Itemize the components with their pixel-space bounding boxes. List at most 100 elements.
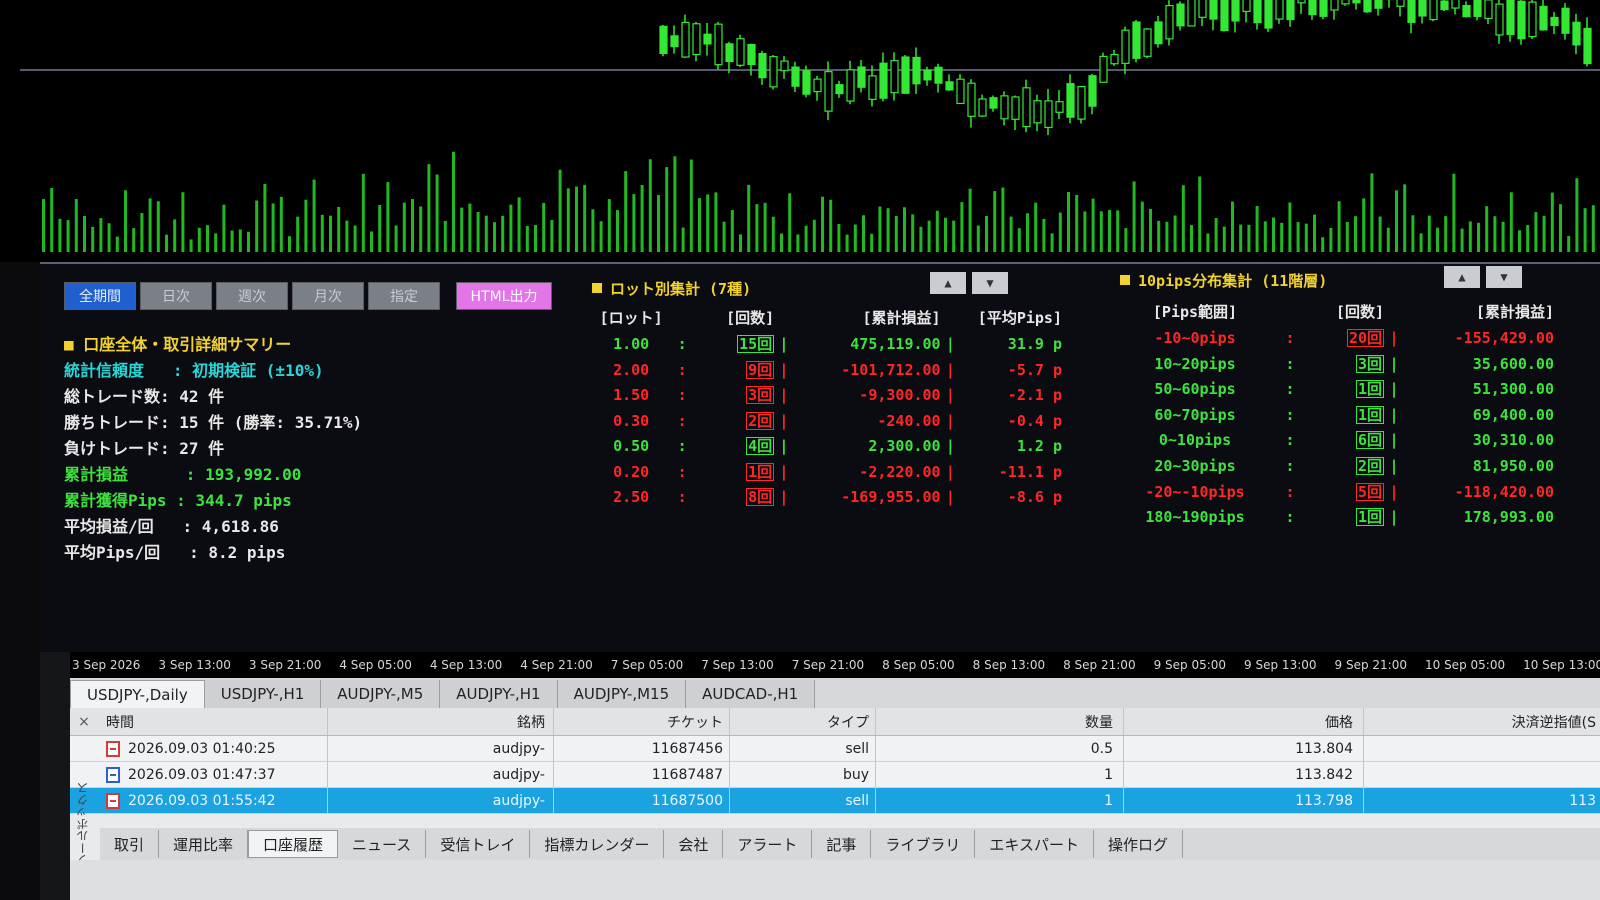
candle-body — [1583, 27, 1592, 65]
time-axis-label: 9 Sep 13:00 — [1244, 658, 1317, 672]
candle-body — [1539, 5, 1548, 31]
volume-bar — [1542, 215, 1546, 252]
period-button-daily[interactable]: 日次 — [140, 282, 212, 310]
candle-body — [824, 71, 833, 112]
pips-header-count: [回数] — [1335, 303, 1384, 321]
divider: | — [945, 386, 955, 404]
chart-tab[interactable]: USDJPY-,Daily — [70, 680, 205, 708]
volume-bar — [124, 190, 127, 252]
volume-bar — [312, 179, 316, 252]
col-header-ticket[interactable]: チケット — [554, 708, 730, 735]
lot-pips: -2.1 p — [1007, 386, 1062, 404]
period-button-all[interactable]: 全期間 — [64, 282, 136, 310]
col-header-type[interactable]: タイプ — [730, 708, 876, 735]
volume-bar — [1017, 228, 1021, 252]
volume-bar — [1050, 233, 1054, 252]
html-export-button[interactable]: HTML出力 — [456, 282, 552, 310]
chart-tab[interactable]: AUDJPY-,M5 — [321, 680, 441, 708]
volume-bar — [1124, 228, 1128, 252]
candle-body — [1495, 3, 1504, 36]
terminal-tab[interactable]: 運用比率 — [159, 830, 249, 858]
volume-bar — [1222, 226, 1226, 252]
period-button-monthly[interactable]: 月次 — [292, 282, 364, 310]
volume-bar — [952, 220, 956, 252]
table-row[interactable]: 2026.09.03 01:47:37 audjpy- 11687487 buy 1 11… — [70, 762, 1600, 788]
terminal-tab[interactable]: 指標カレンダー — [530, 830, 665, 858]
volume-bar — [58, 218, 62, 252]
volume-bar — [156, 201, 160, 252]
lot-pips: -5.7 p — [1007, 360, 1062, 379]
summary-loss-trades: 負けトレード: 27 件 — [64, 439, 225, 458]
volume-bar — [427, 164, 431, 252]
volume-bar — [263, 183, 267, 252]
period-button-weekly[interactable]: 週次 — [216, 282, 288, 310]
col-header-price[interactable]: 価格 — [1124, 708, 1364, 735]
col-header-symbol[interactable]: 銘柄 — [328, 708, 554, 735]
volume-bar — [1083, 211, 1087, 252]
candle-body — [978, 98, 987, 117]
period-button-custom[interactable]: 指定 — [368, 282, 440, 310]
close-icon[interactable]: × — [70, 714, 98, 730]
volume-bar — [353, 225, 357, 252]
candle-body — [1121, 29, 1130, 64]
terminal-tab[interactable]: エキスパート — [975, 830, 1094, 858]
pips-count: 6回 — [1355, 431, 1384, 450]
order-icon — [106, 766, 120, 783]
lot-scroll-arrows: ▲ ▼ — [930, 272, 1008, 294]
chart-tab[interactable]: AUDJPY-,M15 — [557, 680, 687, 708]
volume-bar — [1526, 225, 1530, 252]
candle-body — [1275, 0, 1284, 20]
pips-range: -20~-10pips — [1145, 482, 1245, 501]
divider: | — [779, 386, 789, 404]
volume-bar — [927, 220, 931, 252]
col-header-time[interactable]: 時間 — [98, 708, 328, 735]
pips-scroll-down-button[interactable]: ▼ — [1486, 266, 1522, 288]
volume-bar — [763, 202, 767, 252]
volume-bar — [534, 224, 537, 252]
terminal-tab[interactable]: 操作ログ — [1094, 830, 1183, 858]
volume-bar — [1288, 202, 1292, 252]
terminal-tab[interactable]: ライブラリ — [871, 830, 976, 858]
lot-pips: -11.1 p — [998, 462, 1062, 481]
chart-tab[interactable]: AUDJPY-,H1 — [440, 680, 558, 708]
candle-body — [1000, 95, 1009, 120]
volume-bar — [665, 167, 669, 252]
terminal-tab[interactable]: 口座履歴 — [248, 830, 339, 858]
candle-body — [659, 25, 668, 54]
volume-bar — [812, 219, 816, 252]
chart-tab[interactable]: AUDCAD-,H1 — [686, 680, 816, 708]
terminal-tab[interactable]: 受信トレイ — [426, 830, 531, 858]
col-header-qty[interactable]: 数量 — [876, 708, 1124, 735]
lot-scroll-down-button[interactable]: ▼ — [972, 272, 1008, 294]
candlestick-chart-svg — [20, 0, 1600, 252]
pips-count: 2回 — [1355, 456, 1384, 475]
price-chart[interactable] — [0, 0, 1600, 262]
volume-bar — [739, 234, 742, 252]
separator: : — [677, 437, 687, 455]
terminal-tab[interactable]: アラート — [723, 830, 813, 858]
table-row[interactable]: 2026.09.03 01:40:25 audjpy- 11687456 sell 0.… — [70, 736, 1600, 762]
volume-bar — [386, 182, 390, 252]
divider: | — [1389, 482, 1399, 501]
chart-tab[interactable]: USDJPY-,H1 — [204, 680, 322, 708]
pips-row: 10~20pips: 3回 | 35,600.00 — [1120, 352, 1590, 378]
terminal-tab[interactable]: 記事 — [812, 830, 872, 858]
terminal-tab[interactable]: 会社 — [664, 830, 724, 858]
table-row[interactable]: 2026.09.03 01:55:42 audjpy- 11687500 sell 1 1… — [70, 788, 1600, 814]
volume-bar — [796, 234, 800, 252]
time-axis-label: 3 Sep 13:00 — [158, 658, 231, 672]
volume-bar — [1550, 192, 1554, 252]
col-header-sl[interactable]: 決済逆指値(S — [1364, 708, 1600, 735]
order-ticket: 11687500 — [554, 788, 730, 813]
volume-bar — [238, 229, 242, 252]
terminal-tab[interactable]: 取引 — [100, 830, 160, 858]
terminal-tab[interactable]: ニュース — [338, 830, 427, 858]
candle-body — [791, 66, 800, 87]
volume-bar — [730, 210, 734, 252]
candle-body — [802, 70, 811, 95]
pips-scroll-up-button[interactable]: ▲ — [1444, 266, 1480, 288]
separator: : — [1285, 405, 1295, 424]
pips-range: 50~60pips — [1154, 380, 1236, 399]
volume-bar — [944, 217, 947, 252]
lot-scroll-up-button[interactable]: ▲ — [930, 272, 966, 294]
